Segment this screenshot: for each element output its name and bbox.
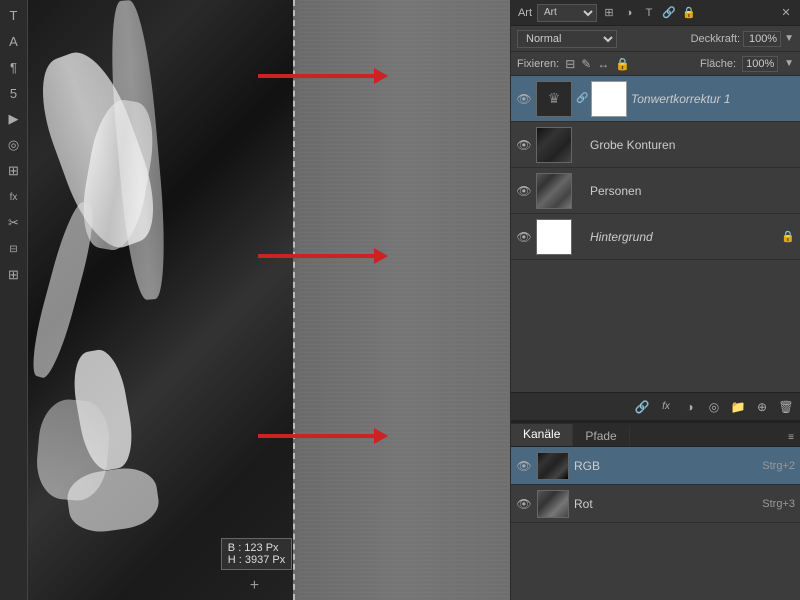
layer-name-grobe: Grobe Konturen	[590, 138, 795, 152]
channel-item-rgb[interactable]: 👁 RGB Strg+2	[511, 447, 800, 485]
tool-grid[interactable]: ⊞	[3, 160, 25, 182]
tool-circle[interactable]: ◎	[3, 134, 25, 156]
tool-layers[interactable]: ⊟	[3, 238, 25, 260]
layer-link-tonwert: 🔗	[576, 93, 586, 104]
fix-icon1[interactable]: ⊟	[565, 57, 575, 71]
tool-paragraph[interactable]: ¶	[3, 56, 25, 78]
layer-eye-hintergrund[interactable]: 👁	[516, 229, 532, 245]
channel-shortcut-rgb: Strg+2	[762, 460, 795, 472]
channels-tabs: Kanäle Pfade ≡	[511, 421, 800, 447]
icon3[interactable]: T	[641, 5, 657, 21]
layer-item-grobe[interactable]: 👁 Grobe Konturen	[511, 122, 800, 168]
fill-input[interactable]	[742, 56, 778, 72]
lock-icon-hintergrund: 🔒	[781, 230, 795, 243]
layer-thumb-tonwert: ♛	[536, 81, 572, 117]
red-arrow-2	[258, 248, 388, 264]
opacity-dropdown-icon[interactable]: ▼	[784, 33, 794, 44]
red-arrow-3	[258, 428, 388, 444]
channel-eye-rot[interactable]: 👁	[516, 496, 532, 512]
channels-list: 👁 RGB Strg+2 👁 Rot Strg+3	[511, 447, 800, 600]
layer-thumb-personen	[536, 173, 572, 209]
fill-dropdown-icon[interactable]: ▼	[784, 58, 794, 69]
layers-bottom-toolbar: 🔗 fx ◑ ◎ 📁 ⊕ 🗑	[511, 392, 800, 420]
info-h: H : 3937 Px	[228, 554, 285, 566]
art-select[interactable]: Art	[537, 4, 597, 22]
layer-thumb-hintergrund	[536, 219, 572, 255]
info-b: B : 123 Px	[228, 542, 285, 554]
dashed-selection-line	[293, 0, 295, 600]
add-fx-icon[interactable]: fx	[658, 399, 674, 415]
adjustment-icon[interactable]: ◎	[706, 399, 722, 415]
tool-fx[interactable]: fx	[3, 186, 25, 208]
tab-paths[interactable]: Pfade	[573, 426, 629, 446]
layer-name-personen: Personen	[590, 184, 795, 198]
layer-eye-tonwert[interactable]: 👁	[516, 91, 532, 107]
channel-eye-rgb[interactable]: 👁	[516, 458, 532, 474]
channel-item-rot[interactable]: 👁 Rot Strg+3	[511, 485, 800, 523]
new-group-icon[interactable]: 📁	[730, 399, 746, 415]
add-mask-icon[interactable]: ◑	[682, 399, 698, 415]
fixieren-row: Fixieren: ⊟ ✎ ↔ 🔒 Fläche: ▼	[511, 52, 800, 76]
link-layers-icon[interactable]: 🔗	[634, 399, 650, 415]
new-layer-icon[interactable]: ⊕	[754, 399, 770, 415]
layer-item-personen[interactable]: 👁 Personen	[511, 168, 800, 214]
canvas-info-box: B : 123 Px H : 3937 Px	[221, 538, 292, 570]
opacity-input[interactable]	[743, 31, 781, 47]
canvas-area: B : 123 Px H : 3937 Px +	[28, 0, 510, 600]
icon2[interactable]: ◑	[621, 5, 637, 21]
right-panel: Art Art ⊞ ◑ T 🔗 🔒 ✕ Normal Deckkraft: ▼ …	[510, 0, 800, 600]
layer-item-tonwert[interactable]: 👁 ♛ 🔗 Tonwertkorrektur 1	[511, 76, 800, 122]
icon1[interactable]: ⊞	[601, 5, 617, 21]
channel-name-rot: Rot	[574, 497, 757, 511]
close-panel-icon[interactable]: ✕	[778, 5, 794, 21]
fix-icon4[interactable]: 🔒	[615, 57, 630, 71]
fix-icon2[interactable]: ✎	[581, 57, 591, 71]
canvas-left-image	[28, 0, 293, 600]
layer-name-hintergrund: Hintergrund	[590, 230, 777, 244]
red-arrow-1	[258, 68, 388, 84]
layer-eye-grobe[interactable]: 👁	[516, 137, 532, 153]
channels-panel-menu[interactable]: ≡	[782, 429, 800, 446]
blend-opacity-row: Normal Deckkraft: ▼	[511, 26, 800, 52]
layer-eye-personen[interactable]: 👁	[516, 183, 532, 199]
blend-mode-select[interactable]: Normal	[517, 30, 617, 48]
icon4[interactable]: 🔗	[661, 5, 677, 21]
canvas-content: B : 123 Px H : 3937 Px +	[28, 0, 510, 600]
channels-panel: Kanäle Pfade ≡ 👁 RGB Strg+2 👁 Rot Strg+3	[511, 420, 800, 600]
channel-thumb-rot	[537, 490, 569, 518]
channel-thumb-rgb	[537, 452, 569, 480]
layer-item-hintergrund[interactable]: 👁 Hintergrund 🔒	[511, 214, 800, 260]
art-label: Art	[517, 5, 533, 21]
tool-move[interactable]: T	[3, 4, 25, 26]
channel-shortcut-rot: Strg+3	[762, 498, 795, 510]
fill-label: Fläche:	[700, 58, 736, 70]
crosshair-icon: +	[250, 577, 259, 595]
layer-thumb-grobe	[536, 127, 572, 163]
tool-5[interactable]: 5	[3, 82, 25, 104]
layers-list: 👁 ♛ 🔗 Tonwertkorrektur 1 👁 Grobe Konture…	[511, 76, 800, 392]
tool-grid2[interactable]: ⊞	[3, 264, 25, 286]
layer-name-tonwert: Tonwertkorrektur 1	[631, 92, 795, 106]
panel-top-toolbar: Art Art ⊞ ◑ T 🔗 🔒 ✕	[511, 0, 800, 26]
icon5[interactable]: 🔒	[681, 5, 697, 21]
channel-name-rgb: RGB	[574, 459, 757, 473]
opacity-label: Deckkraft:	[691, 33, 741, 45]
delete-layer-icon[interactable]: 🗑	[778, 399, 794, 415]
opacity-group: Deckkraft: ▼	[691, 31, 794, 47]
tool-text[interactable]: A	[3, 30, 25, 52]
fix-icon3[interactable]: ↔	[597, 57, 609, 71]
tool-play[interactable]: ▶	[3, 108, 25, 130]
tab-channels[interactable]: Kanäle	[511, 424, 573, 446]
left-toolbar: T A ¶ 5 ▶ ◎ ⊞ fx ✂ ⊟ ⊞	[0, 0, 28, 600]
canvas-right-image	[298, 0, 510, 600]
fixieren-label: Fixieren:	[517, 58, 559, 70]
layer-thumb2-tonwert	[591, 81, 627, 117]
tool-scissors[interactable]: ✂	[3, 212, 25, 234]
